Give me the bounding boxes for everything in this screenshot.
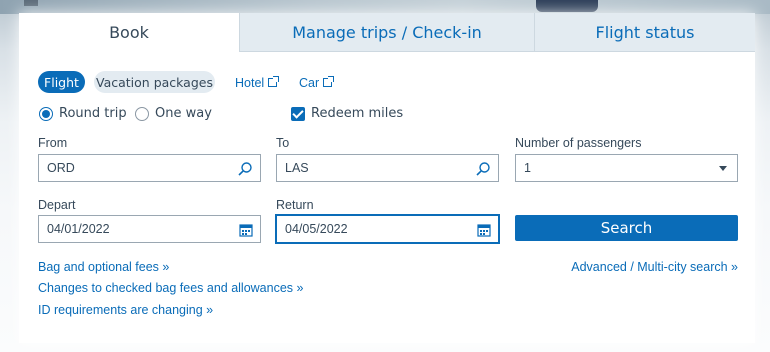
passengers-select[interactable]: 1 [515, 154, 738, 182]
redeem-miles-checkbox[interactable] [291, 106, 305, 121]
calendar-icon[interactable] [477, 223, 491, 237]
passengers-label: Number of passengers [515, 136, 642, 150]
one-way-label: One way [155, 106, 212, 121]
depart-date-field[interactable]: 04/01/2022 [38, 215, 261, 243]
car-link[interactable]: Car [299, 74, 335, 92]
depart-value: 04/01/2022 [47, 222, 110, 236]
hotel-link-label: Hotel [235, 76, 265, 90]
calendar-icon[interactable] [239, 223, 253, 237]
from-value: ORD [47, 161, 75, 175]
magnifier-icon[interactable] [475, 161, 491, 177]
one-way-option[interactable]: One way [135, 106, 212, 121]
depart-label: Depart [38, 198, 76, 212]
background-corner-mark [24, 0, 38, 6]
one-way-radio[interactable] [135, 106, 149, 121]
car-link-label: Car [299, 76, 320, 90]
bag-fees-link[interactable]: Bag and optional fees » [38, 260, 169, 274]
search-button[interactable]: Search [515, 215, 738, 241]
chevron-down-icon [719, 166, 727, 171]
booking-widget: Book Manage trips / Check-in Flight stat… [19, 13, 755, 343]
tab-book[interactable]: Book [19, 13, 239, 52]
vacation-packages-pill[interactable]: Vacation packages [94, 71, 215, 93]
from-label: From [38, 136, 68, 150]
to-field[interactable]: LAS [276, 154, 499, 182]
passengers-value: 1 [524, 161, 531, 175]
to-label: To [276, 136, 290, 150]
return-value: 04/05/2022 [285, 222, 348, 236]
id-requirements-link[interactable]: ID requirements are changing » [38, 303, 213, 317]
hotel-link[interactable]: Hotel [235, 74, 280, 92]
magnifier-icon[interactable] [237, 161, 253, 177]
return-label: Return [276, 198, 314, 212]
round-trip-radio[interactable] [39, 106, 53, 121]
tab-flight-status[interactable]: Flight status [534, 13, 755, 52]
bag-changes-link[interactable]: Changes to checked bag fees and allowanc… [38, 281, 303, 295]
tab-manage-trips[interactable]: Manage trips / Check-in [239, 13, 534, 52]
redeem-miles-label: Redeem miles [311, 106, 404, 121]
booking-tabs: Book Manage trips / Check-in Flight stat… [19, 13, 755, 52]
flight-pill[interactable]: Flight [38, 71, 85, 93]
advanced-search-link[interactable]: Advanced / Multi-city search » [571, 260, 738, 274]
from-field[interactable]: ORD [38, 154, 261, 182]
round-trip-label: Round trip [59, 106, 127, 121]
background-figure [536, 0, 598, 12]
redeem-miles-option[interactable]: Redeem miles [291, 106, 403, 121]
background-banner [0, 0, 770, 14]
return-date-field[interactable]: 04/05/2022 [276, 215, 499, 243]
external-link-icon [268, 76, 280, 87]
to-value: LAS [285, 161, 309, 175]
external-link-icon [323, 76, 335, 87]
round-trip-option[interactable]: Round trip [39, 106, 127, 121]
